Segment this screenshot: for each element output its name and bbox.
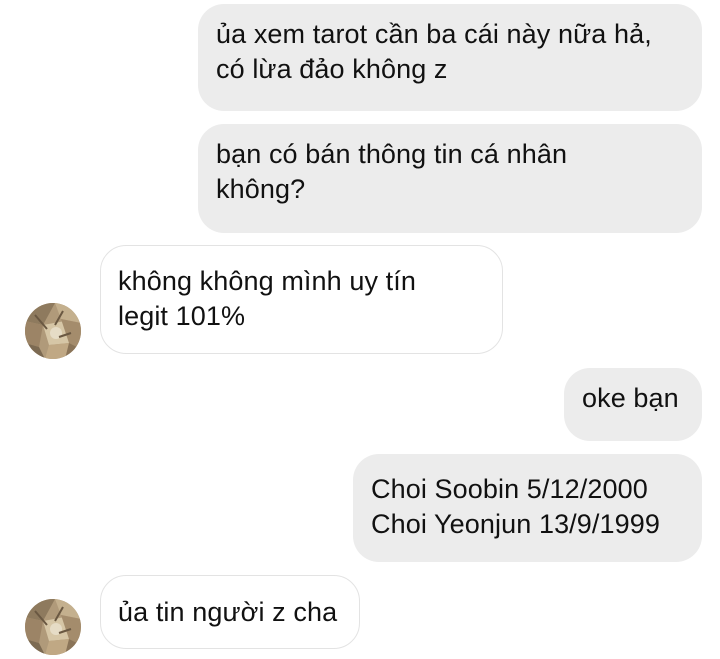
sent-message-bubble[interactable]: oke bạn — [564, 368, 702, 441]
avatar-image — [25, 303, 81, 359]
received-message-bubble[interactable]: không không mình uy tín legit 101% — [100, 245, 503, 354]
received-message-bubble[interactable]: ủa tin người z cha — [100, 575, 360, 649]
avatar-image — [25, 599, 81, 655]
sent-message-bubble[interactable]: ủa xem tarot cần ba cái này nữa hả, có l… — [198, 4, 702, 111]
sent-message-bubble[interactable]: bạn có bán thông tin cá nhân không? — [198, 124, 702, 233]
contact-avatar[interactable] — [25, 303, 81, 359]
contact-avatar[interactable] — [25, 599, 81, 655]
sent-message-bubble[interactable]: Choi Soobin 5/12/2000 Choi Yeonjun 13/9/… — [353, 454, 702, 562]
